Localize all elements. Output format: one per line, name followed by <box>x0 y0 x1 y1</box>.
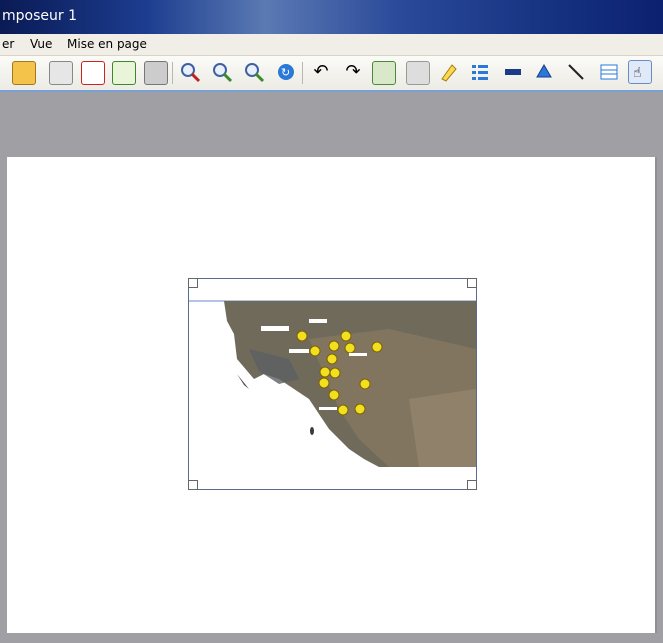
add-legend-icon[interactable] <box>469 61 491 83</box>
window-title: mposeur 1 <box>2 8 77 24</box>
resize-handle-top-left[interactable] <box>188 278 198 288</box>
resize-handle-top-right[interactable] <box>467 278 477 288</box>
undo-icon[interactable]: ↶ <box>310 61 332 83</box>
separator <box>172 62 173 84</box>
map-image <box>189 300 476 467</box>
menu-item-layout[interactable]: Mise en page <box>67 37 147 51</box>
menu-item-settings[interactable]: er <box>2 37 14 51</box>
print-icon[interactable] <box>144 61 168 85</box>
menu-item-view[interactable]: Vue <box>30 37 52 51</box>
add-arrow-icon[interactable] <box>565 61 587 83</box>
menu-bar: er Vue Mise en page <box>0 34 663 56</box>
refresh-icon[interactable]: ↻ <box>275 61 297 83</box>
svg-text:☝: ☝ <box>633 65 642 81</box>
canvas-background <box>7 92 655 156</box>
redo-icon[interactable]: ↷ <box>342 61 364 83</box>
export-svg-icon[interactable] <box>112 61 136 85</box>
resize-handle-bottom-right[interactable] <box>467 480 477 490</box>
zoom-full-icon[interactable] <box>179 61 201 83</box>
svg-text:↻: ↻ <box>281 66 290 79</box>
add-map-icon[interactable] <box>372 61 396 85</box>
map-frame[interactable] <box>188 278 477 490</box>
add-table-icon[interactable] <box>598 61 620 83</box>
select-move-icon[interactable]: ☝ <box>628 60 652 84</box>
export-image-icon[interactable] <box>49 61 73 85</box>
add-scalebar-icon[interactable] <box>502 61 524 83</box>
separator <box>302 62 303 84</box>
save-icon[interactable] <box>12 61 36 85</box>
title-bar: mposeur 1 <box>0 0 663 34</box>
add-label-icon[interactable] <box>437 61 459 83</box>
resize-handle-bottom-left[interactable] <box>188 480 198 490</box>
zoom-in-icon[interactable] <box>211 61 233 83</box>
export-pdf-icon[interactable] <box>81 61 105 85</box>
zoom-out-icon[interactable] <box>243 61 265 83</box>
toolbar: ↻ ↶ ↷ ☝ <box>0 56 663 92</box>
add-image-icon[interactable] <box>406 61 430 85</box>
add-shape-icon[interactable] <box>533 61 555 83</box>
